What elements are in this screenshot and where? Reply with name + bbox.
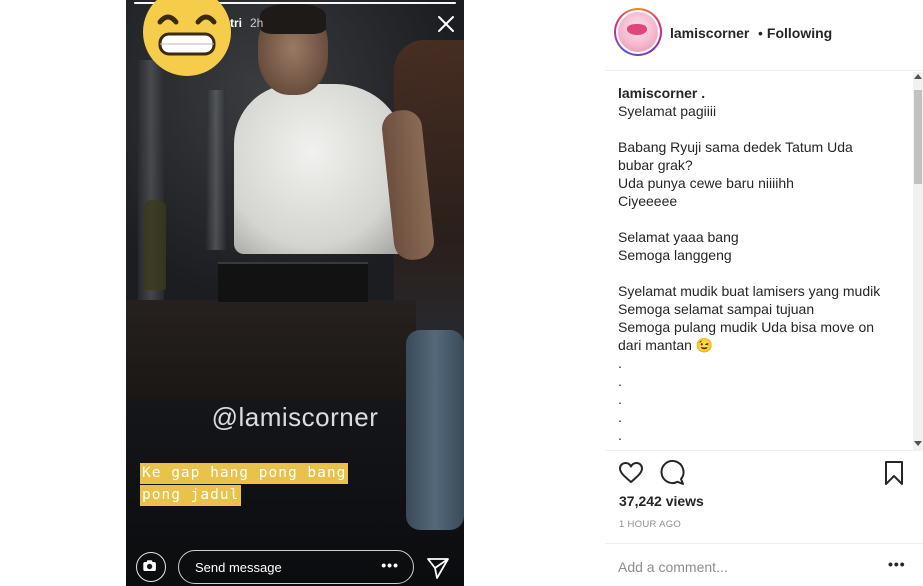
send-message-input[interactable]: Send message ••• (178, 550, 414, 584)
caption-username[interactable]: lamiscorner . (618, 84, 908, 102)
comments-scrollbar[interactable] (913, 72, 923, 450)
camera-button[interactable] (136, 552, 166, 582)
following-label: Following (766, 25, 833, 41)
story-timestamp: 2h (250, 16, 264, 30)
speech-bubble-icon[interactable] (659, 460, 685, 486)
more-options-icon[interactable]: ••• (381, 557, 399, 573)
camera-icon (143, 560, 156, 571)
divider (605, 543, 923, 544)
add-comment-placeholder: Add a comment... (618, 559, 728, 575)
add-comment-input[interactable]: Add a comment... (618, 556, 878, 578)
more-options-icon[interactable]: ••• (888, 556, 906, 572)
grinning-emoji-sticker (143, 0, 231, 76)
caption-text: Syelamat pagiiii Babang Ryuji sama dedek… (618, 103, 881, 443)
story-video[interactable]: tri 2h @lamiscorner Ke gap hang pong ban… (126, 0, 464, 586)
story-caption-line-1: Ke gap hang pong bang (140, 463, 349, 484)
divider (605, 450, 923, 451)
bookmark-icon[interactable] (882, 460, 906, 486)
divider (605, 70, 923, 71)
post-username-link[interactable]: lamiscorner (670, 25, 749, 41)
post-timestamp[interactable]: 1 HOUR AGO (619, 519, 681, 530)
separator-dot: • (758, 25, 763, 41)
caption-section: lamiscorner . Syelamat pagiiii Babang Ry… (618, 84, 908, 450)
scroll-thumb[interactable] (914, 90, 922, 184)
following-button[interactable]: • Following (758, 25, 832, 41)
story-caption: Ke gap hang pong bang pong jadul (140, 463, 440, 507)
close-icon[interactable] (434, 12, 458, 36)
post-header: lamiscorner • Following (612, 8, 923, 58)
story-reply-bar: Send message ••• (126, 548, 464, 586)
view-count[interactable]: 37,242 views (619, 493, 704, 509)
story-caption-line-2: pong jadul (140, 485, 242, 506)
avatar-logo-image (618, 12, 658, 52)
watermark-text: @lamiscorner (211, 402, 379, 432)
send-message-placeholder: Send message (195, 560, 282, 575)
paper-plane-icon[interactable] (426, 556, 450, 580)
heart-icon[interactable] (618, 460, 644, 486)
avatar[interactable] (614, 8, 662, 56)
scroll-down-arrow-icon[interactable] (914, 441, 922, 446)
scroll-up-arrow-icon[interactable] (914, 74, 922, 79)
